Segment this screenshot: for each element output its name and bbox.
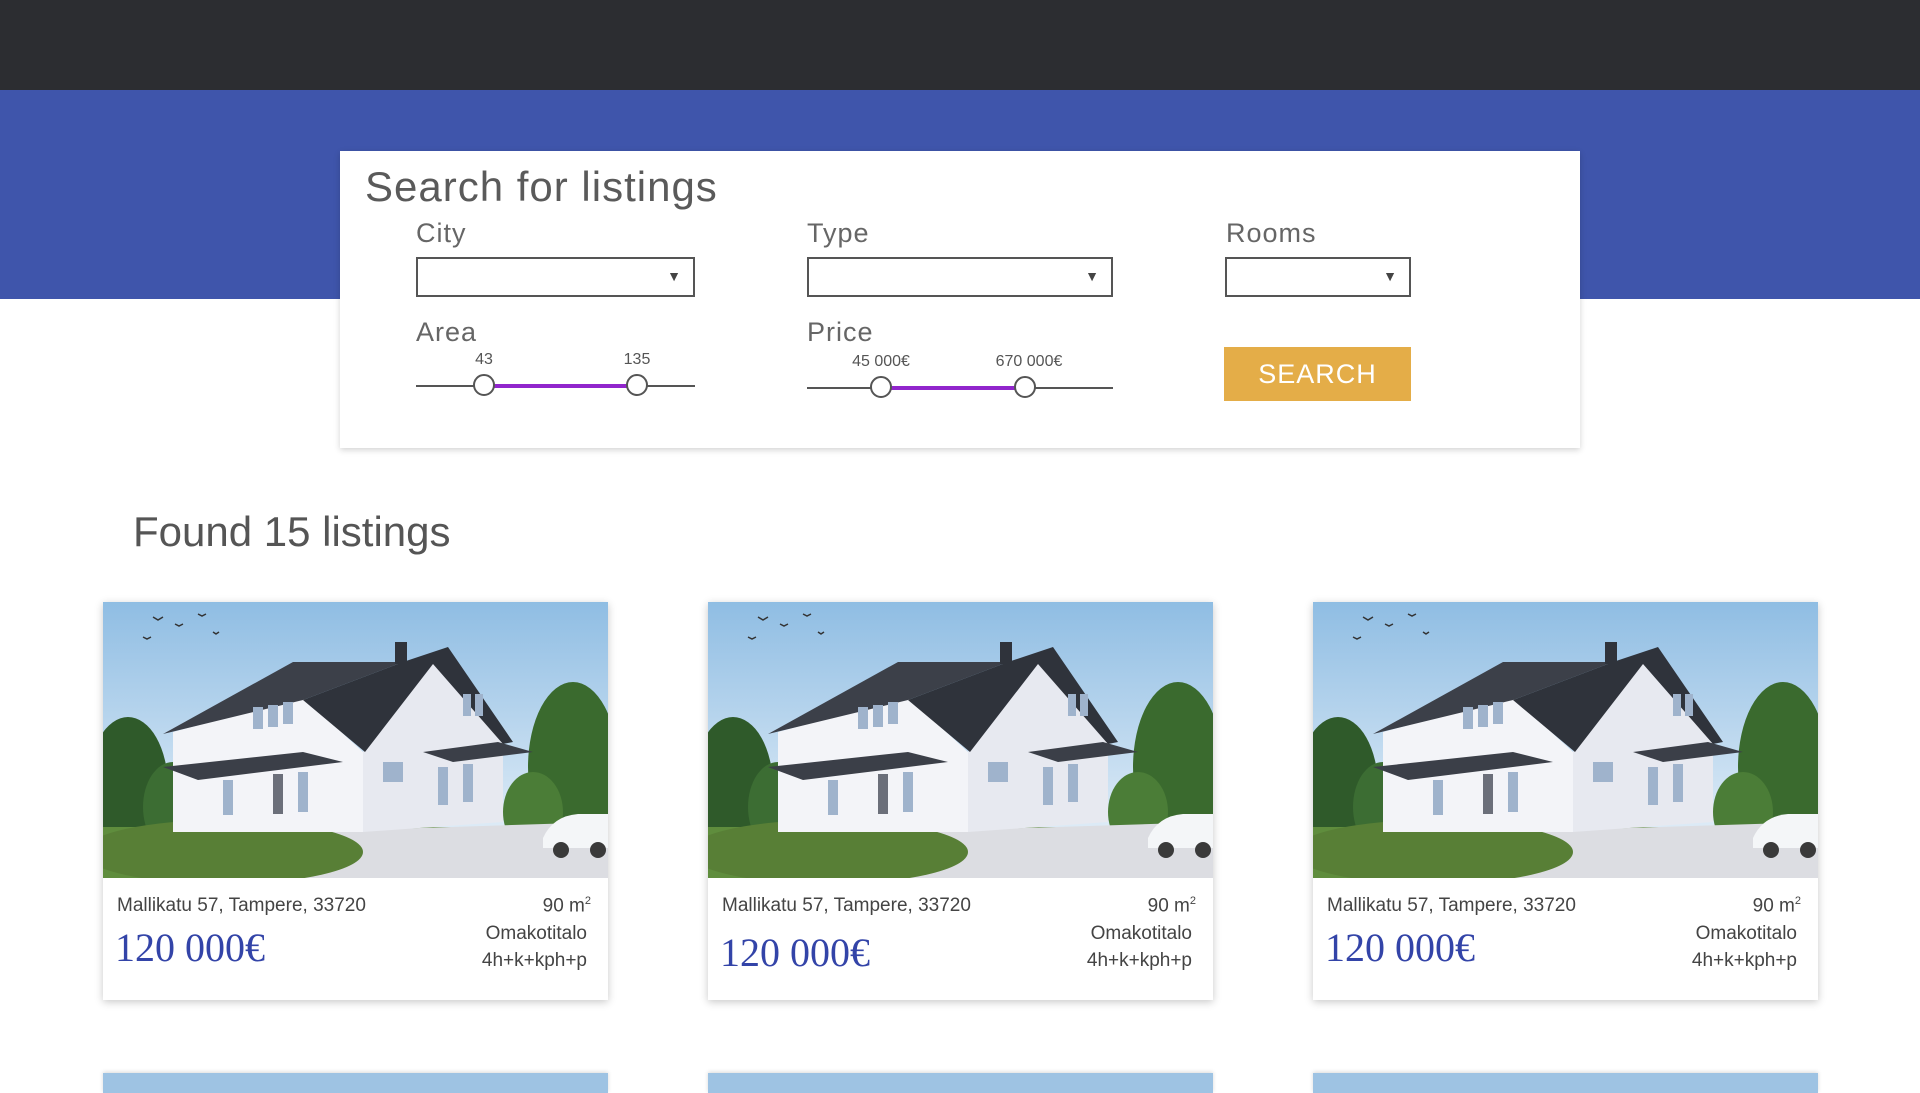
- price-range-slider[interactable]: 45 000€ 670 000€: [807, 353, 1113, 398]
- area-max-handle[interactable]: [626, 374, 648, 396]
- listing-card[interactable]: Mallikatu 57, Tampere, 33720 120 000€ 90…: [103, 602, 608, 1000]
- listing-type: Omakotitalo: [485, 923, 587, 944]
- listing-type: Omakotitalo: [1695, 923, 1797, 944]
- listing-area-value: 90 m: [1752, 895, 1795, 917]
- listing-area-value: 90 m: [1147, 895, 1190, 917]
- listing-area-unit-sup: 2: [1794, 895, 1801, 907]
- listing-type: Omakotitalo: [1090, 923, 1192, 944]
- listing-photo: [103, 602, 608, 878]
- city-select[interactable]: ▼: [416, 257, 695, 297]
- type-label: Type: [807, 218, 870, 248]
- listing-rooms: 4h+k+kph+p: [481, 950, 587, 971]
- area-min-handle[interactable]: [473, 374, 495, 396]
- type-select[interactable]: ▼: [807, 257, 1113, 297]
- rooms-select[interactable]: ▼: [1225, 257, 1411, 297]
- price-min-value: 45 000€: [852, 353, 910, 370]
- listing-area-unit-sup: 2: [584, 895, 591, 907]
- listing-price: 120 000€: [115, 925, 265, 970]
- listing-price: 120 000€: [1325, 925, 1475, 970]
- listing-area-unit-sup: 2: [1189, 895, 1196, 907]
- results-count-heading: Found 15 listings: [133, 508, 451, 555]
- area-label: Area: [416, 317, 478, 347]
- search-panel: Search for listings City ▼ Type ▼ Rooms …: [340, 151, 1580, 448]
- listing-card-next-row[interactable]: [1313, 1073, 1818, 1093]
- listing-area: 90 m2: [1148, 895, 1196, 917]
- area-min-value: 43: [475, 351, 493, 368]
- listing-address: Mallikatu 57, Tampere, 33720: [1327, 895, 1576, 916]
- listing-card-next-row[interactable]: [708, 1073, 1213, 1093]
- area-slider-range: [484, 384, 637, 388]
- top-navigation-bar: [0, 0, 1920, 90]
- listing-area: 90 m2: [1753, 895, 1801, 917]
- price-max-handle[interactable]: [1014, 376, 1036, 398]
- search-button[interactable]: SEARCH: [1224, 347, 1411, 401]
- price-max-value: 670 000€: [995, 353, 1063, 370]
- caret-down-icon: ▼: [667, 268, 681, 284]
- city-label: City: [416, 218, 467, 248]
- listing-card[interactable]: Mallikatu 57, Tampere, 33720 120 000€ 90…: [1313, 602, 1818, 1000]
- price-slider-range: [881, 386, 1025, 390]
- price-min-handle[interactable]: [870, 376, 892, 398]
- caret-down-icon: ▼: [1085, 268, 1099, 284]
- rooms-label: Rooms: [1226, 218, 1317, 248]
- listing-area-value: 90 m: [542, 895, 585, 917]
- listing-address: Mallikatu 57, Tampere, 33720: [722, 895, 971, 916]
- listing-card[interactable]: Mallikatu 57, Tampere, 33720 120 000€ 90…: [708, 602, 1213, 1000]
- search-title: Search for listings: [365, 163, 718, 210]
- listing-area: 90 m2: [543, 895, 591, 917]
- listing-rooms: 4h+k+kph+p: [1691, 950, 1797, 971]
- caret-down-icon: ▼: [1383, 268, 1397, 284]
- listing-card-next-row[interactable]: [103, 1073, 608, 1093]
- price-label: Price: [807, 317, 874, 347]
- listing-photo: [1313, 602, 1818, 878]
- listing-rooms: 4h+k+kph+p: [1086, 950, 1192, 971]
- listing-photo: [708, 602, 1213, 878]
- listing-price: 120 000€: [720, 930, 870, 975]
- area-range-slider[interactable]: 43 135: [416, 351, 695, 396]
- area-max-value: 135: [623, 351, 651, 368]
- listing-address: Mallikatu 57, Tampere, 33720: [117, 895, 366, 916]
